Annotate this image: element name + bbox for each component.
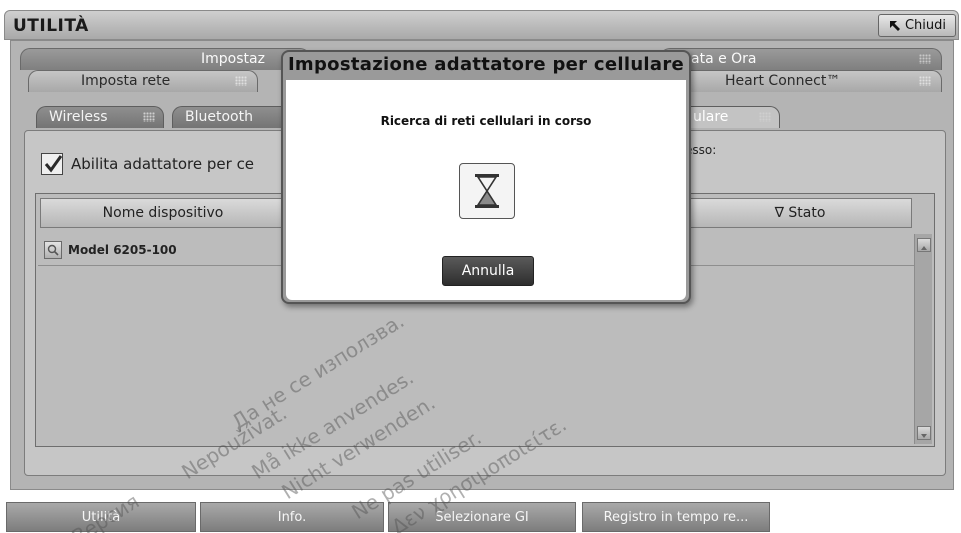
modal-overlay: Impostazione adattatore per cellulare Ri… <box>0 0 961 533</box>
hourglass-icon <box>459 163 515 219</box>
cellular-setup-dialog: Impostazione adattatore per cellulare Ri… <box>281 50 691 304</box>
dialog-message: Ricerca di reti cellulari in corso <box>380 114 592 128</box>
dialog-title: Impostazione adattatore per cellulare <box>287 54 685 75</box>
cancel-button[interactable]: Annulla <box>442 256 534 286</box>
dialog-body: Ricerca di reti cellulari in corso Annul… <box>286 80 686 300</box>
